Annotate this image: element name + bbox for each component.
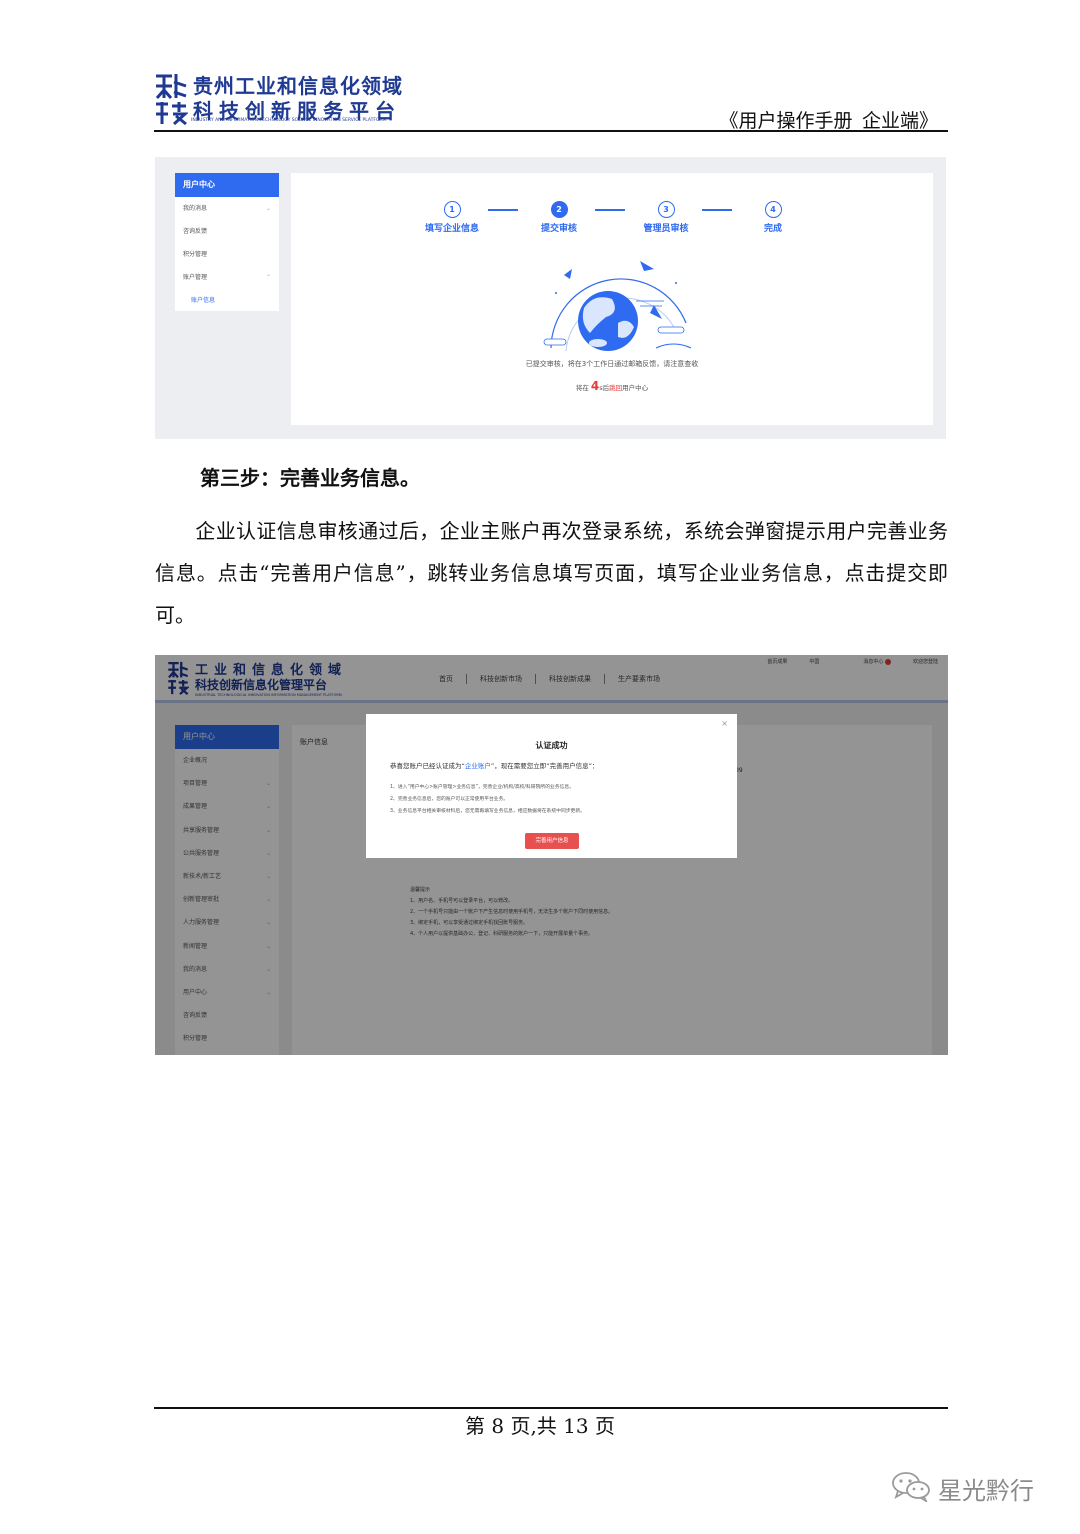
complete-user-info-button[interactable]: 完善用户信息 [525, 833, 579, 849]
step-connector [488, 209, 518, 211]
platform-logo-icon [155, 74, 188, 126]
step-complete: 4 完成 [733, 201, 813, 234]
chevron-down-icon: ⌄ [265, 205, 271, 212]
watermark: 星光黔行 [890, 1470, 1050, 1506]
step-fill-info: 1 填写企业信息 [412, 201, 492, 234]
sidebar-item-points[interactable]: 积分管理 [175, 243, 279, 266]
countdown-seconds: 4 [590, 379, 600, 393]
jump-back-link[interactable]: 跳回 [609, 384, 622, 392]
sidebar-item-messages[interactable]: 我的消息 ⌄ [175, 197, 279, 220]
close-icon[interactable]: × [721, 719, 728, 728]
sidebar: 用户中心 我的消息 ⌄ 咨询反馈 积分管理 账户管理 ⌃ 账户信息 [175, 173, 279, 311]
document-title: 《用户操作手册_企业端》 [719, 110, 938, 132]
redirect-countdown: 将在 4s后跳回用户中心 [575, 379, 649, 393]
submit-status-message: 已提交审核，将在3个工作日通过邮箱反馈，请注意查收 [525, 360, 699, 368]
header-rule [154, 130, 948, 132]
review-status-panel: 1 填写企业信息 2 提交审核 3 管理员审核 4 完成 已提交审核，将在3个工… [291, 173, 933, 425]
watermark-text: 星光黔行 [938, 1477, 1034, 1505]
step-connector [595, 209, 625, 211]
chevron-up-icon: ⌃ [265, 274, 271, 281]
step-admin-review: 3 管理员审核 [626, 201, 706, 234]
sidebar-item-account[interactable]: 账户管理 ⌃ [175, 266, 279, 289]
enterprise-account-highlight: 企业账户 [464, 762, 491, 770]
section-heading: 第三步：完善业务信息。 [200, 466, 420, 490]
globe-rocket-illustration-icon [543, 261, 692, 352]
wechat-icon [892, 1472, 930, 1502]
sidebar-header[interactable]: 用户中心 [175, 173, 279, 197]
dialog-message: 恭喜您账户已经认证成为“企业账户”，现在需要您立即“完善用户信息”： [390, 762, 599, 770]
screenshot-submit-review: 用户中心 我的消息 ⌄ 咨询反馈 积分管理 账户管理 ⌃ 账户信息 1 填写企业信息… [155, 157, 946, 439]
dialog-title: 认证成功 [535, 741, 568, 750]
instruction-paragraph: 企业认证信息审核通过后，企业主账户再次登录系统，系统会弹窗提示用户完善业务信息。… [155, 519, 948, 627]
step-submit-review: 2 提交审核 [519, 201, 599, 234]
step-connector [702, 209, 732, 211]
footer-rule [154, 1407, 948, 1409]
cert-success-dialog: × 认证成功 恭喜您账户已经认证成为“企业账户”，现在需要您立即“完善用户信息”… [366, 714, 737, 858]
screenshot-cert-success: 工业和信息化领域 科技创新信息化管理平台 INDUSTRIAL TECHNOLO… [155, 655, 948, 1055]
dialog-instructions: 1、进入“用户中心>账户管理>业务信息”，完善企业/机构/高校/科研院所的业务信… [390, 785, 585, 814]
sidebar-subitem-account-info[interactable]: 账户信息 [175, 289, 279, 312]
page-number: 第 8 页,共 13 页 [465, 1414, 615, 1438]
logo-english-name: INDUSTRY AND INFORMATION TECHNOLOGY SCIE… [191, 118, 387, 123]
sidebar-item-feedback[interactable]: 咨询反馈 [175, 220, 279, 243]
